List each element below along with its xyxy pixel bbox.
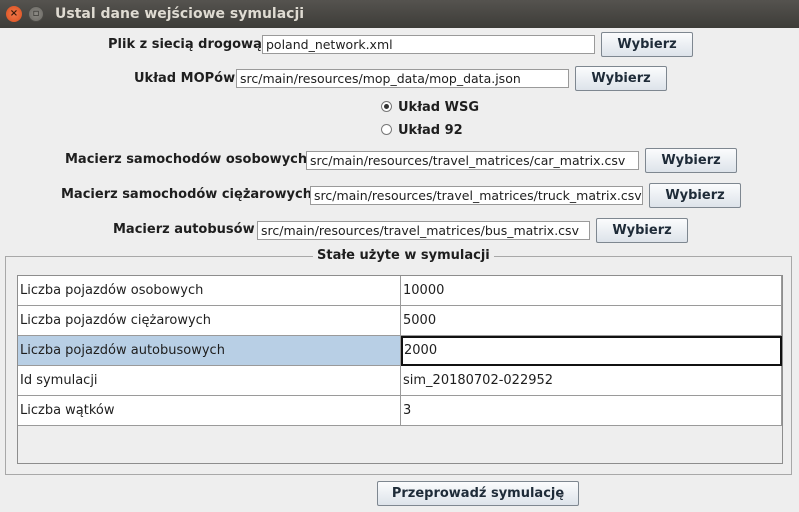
constant-name-cell[interactable]: Liczba pojazdów osobowych — [18, 276, 401, 306]
car-matrix-label: Macierz samochodów osobowych — [65, 152, 308, 167]
car-matrix-field[interactable]: src/main/resources/travel_matrices/car_m… — [306, 151, 639, 170]
car-matrix-browse-button[interactable]: Wybierz — [645, 148, 737, 173]
title-bar[interactable]: × ▫ Ustal dane wejściowe symulacji — [0, 0, 799, 28]
truck-matrix-browse-button[interactable]: Wybierz — [649, 183, 741, 208]
network-file-field[interactable]: poland_network.xml — [262, 35, 595, 54]
mop-layout-label: Układ MOPów — [134, 71, 236, 86]
constant-name-cell[interactable]: Liczba pojazdów ciężarowych — [18, 306, 401, 336]
constant-name-cell[interactable]: Liczba wątków — [18, 396, 401, 426]
truck-matrix-label: Macierz samochodów ciężarowych — [61, 187, 312, 202]
bus-matrix-field[interactable]: src/main/resources/travel_matrices/bus_m… — [257, 221, 590, 240]
constant-value-cell[interactable]: 5000 — [401, 306, 782, 336]
radio-selected-icon[interactable] — [381, 101, 392, 112]
run-simulation-button[interactable]: Przeprowadź symulację — [377, 481, 579, 506]
close-window-icon[interactable]: × — [6, 6, 22, 22]
constant-value-cell[interactable]: 3 — [401, 396, 782, 426]
radio-wsg[interactable]: Układ WSG — [381, 100, 479, 115]
table-row[interactable]: Id symulacji sim_20180702-022952 — [18, 366, 782, 396]
radio-92[interactable]: Układ 92 — [381, 123, 463, 138]
constant-value-cell[interactable]: 10000 — [401, 276, 782, 306]
constant-value-cell[interactable]: 2000 — [401, 336, 782, 366]
constants-group-title: Stałe użyte w symulacji — [313, 248, 494, 263]
constant-value-cell[interactable]: sim_20180702-022952 — [401, 366, 782, 396]
radio-92-label: Układ 92 — [398, 123, 463, 138]
table-row[interactable]: Liczba wątków 3 — [18, 396, 782, 426]
mop-layout-browse-button[interactable]: Wybierz — [575, 66, 667, 91]
table-row[interactable]: Liczba pojazdów osobowych 10000 — [18, 276, 782, 306]
window-title: Ustal dane wejściowe symulacji — [55, 6, 305, 22]
maximize-window-icon[interactable]: ▫ — [28, 6, 44, 22]
network-file-browse-button[interactable]: Wybierz — [601, 32, 693, 57]
constant-name-cell[interactable]: Liczba pojazdów autobusowych — [18, 336, 401, 366]
constants-table[interactable]: Liczba pojazdów osobowych 10000 Liczba p… — [17, 275, 783, 464]
table-row-selected[interactable]: Liczba pojazdów autobusowych 2000 — [18, 336, 782, 366]
radio-wsg-label: Układ WSG — [398, 100, 480, 115]
truck-matrix-field[interactable]: src/main/resources/travel_matrices/truck… — [310, 186, 643, 205]
network-file-label: Plik z siecią drogową — [108, 37, 262, 52]
mop-layout-field[interactable]: src/main/resources/mop_data/mop_data.jso… — [236, 69, 569, 88]
table-row[interactable]: Liczba pojazdów ciężarowych 5000 — [18, 306, 782, 336]
bus-matrix-label: Macierz autobusów — [113, 222, 255, 237]
constant-name-cell[interactable]: Id symulacji — [18, 366, 401, 396]
bus-matrix-browse-button[interactable]: Wybierz — [596, 218, 688, 243]
radio-unselected-icon[interactable] — [381, 124, 392, 135]
dialog-window: × ▫ Ustal dane wejściowe symulacji Plik … — [0, 0, 799, 512]
